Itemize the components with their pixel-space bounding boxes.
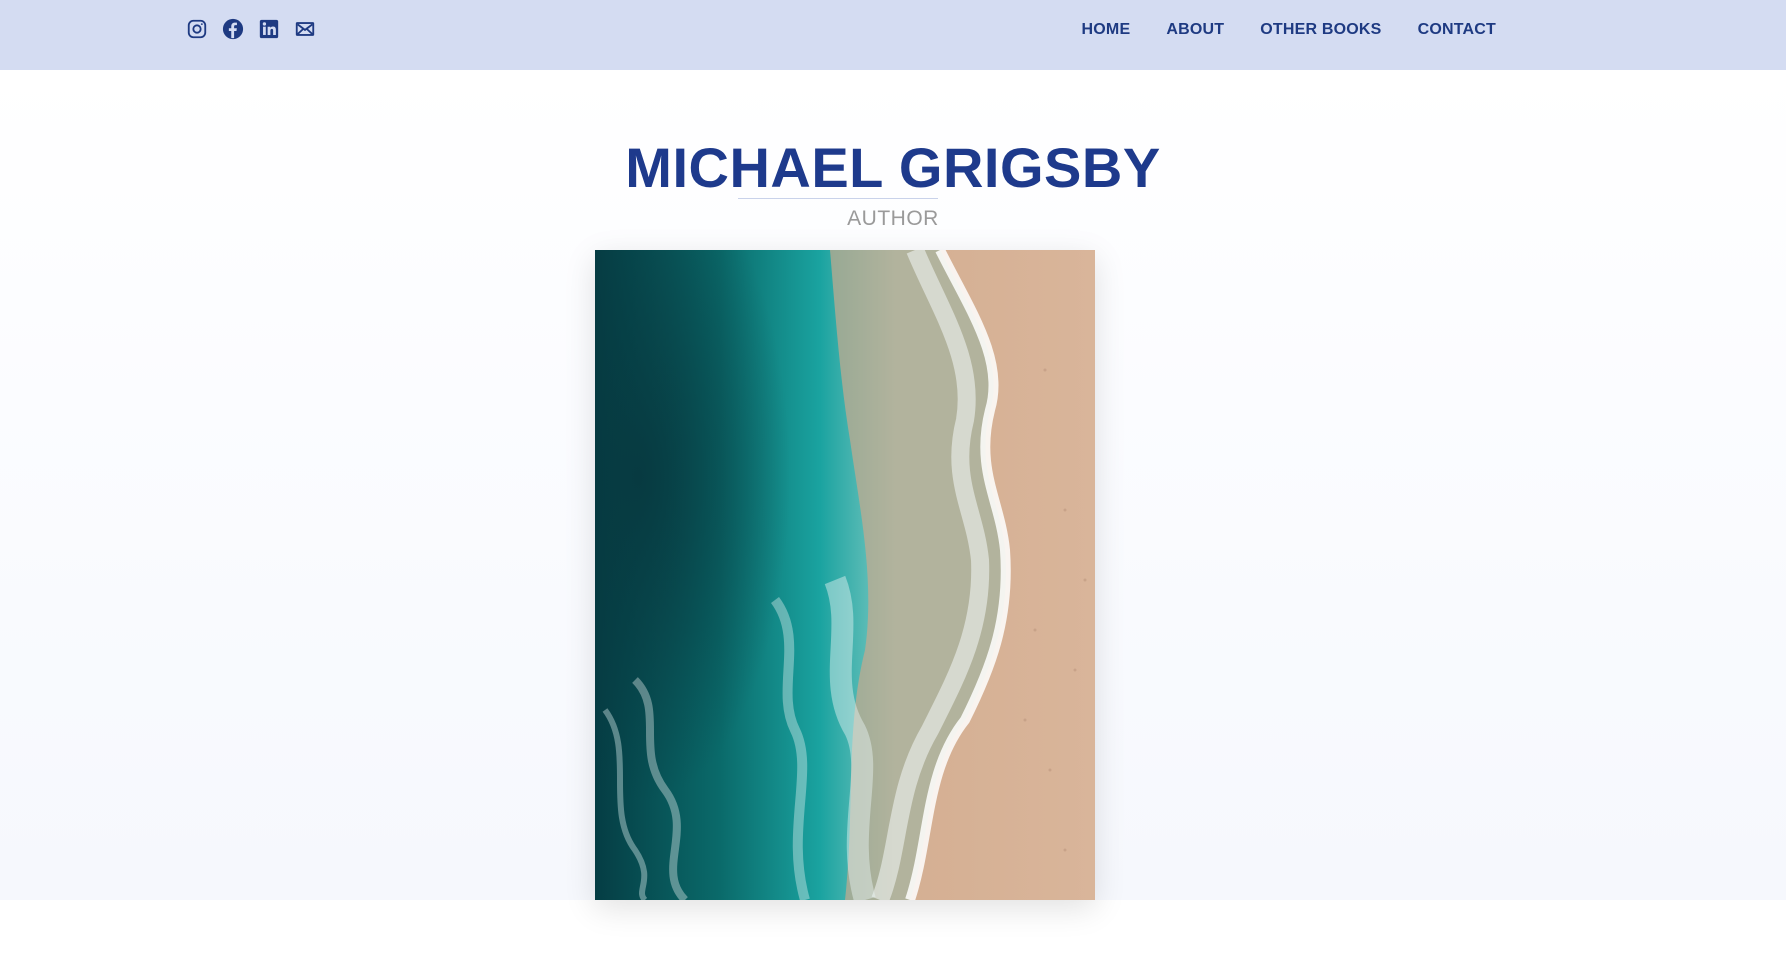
nav-other-books[interactable]: OTHER BOOKS [1260,21,1381,39]
title-divider [738,198,938,199]
author-role: AUTHOR [847,207,939,230]
book-cover-image [595,250,1095,900]
mail-icon[interactable] [294,18,316,40]
top-bar: HOME ABOUT OTHER BOOKS CONTACT [0,0,1786,70]
nav-home[interactable]: HOME [1082,21,1131,39]
social-links [186,18,316,40]
author-name: MICHAEL GRIGSBY [625,136,1161,199]
facebook-icon[interactable] [222,18,244,40]
nav-about[interactable]: ABOUT [1166,21,1224,39]
instagram-icon[interactable] [186,18,208,40]
main-nav: HOME ABOUT OTHER BOOKS CONTACT [1082,0,1496,60]
linkedin-icon[interactable] [258,18,280,40]
nav-contact[interactable]: CONTACT [1418,21,1496,39]
